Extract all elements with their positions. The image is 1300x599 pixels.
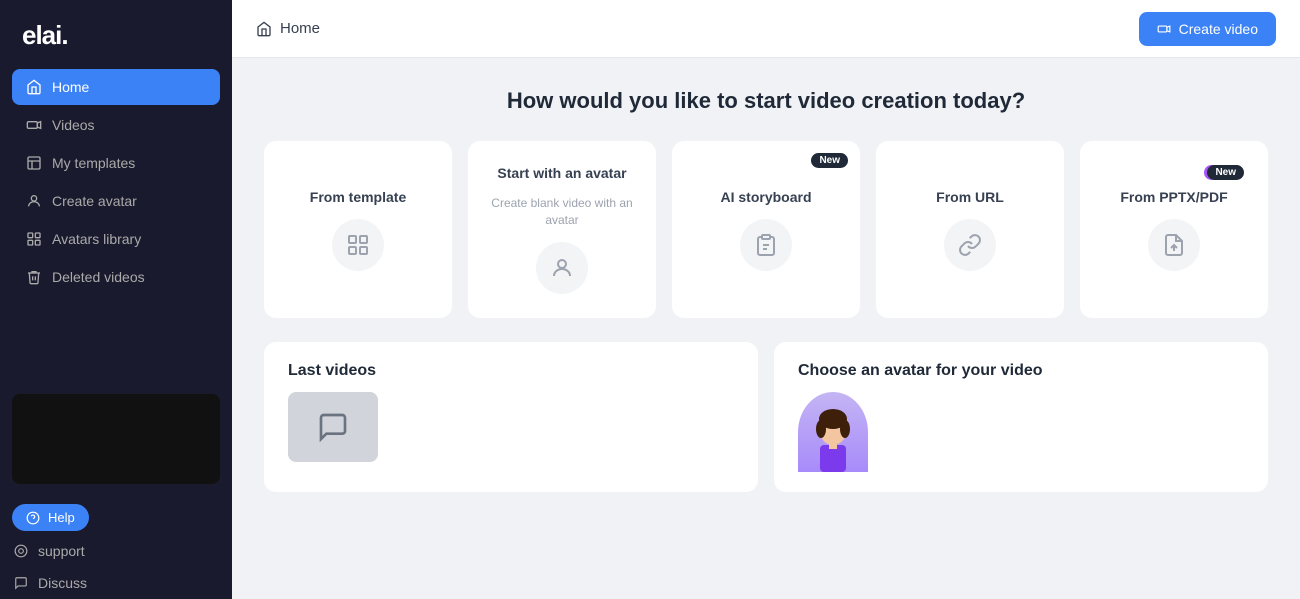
upload-icon xyxy=(1162,233,1186,257)
card-ai-storyboard-icon-wrapper xyxy=(740,219,792,271)
grid-icon xyxy=(346,233,370,257)
brand-logo: elai. xyxy=(0,0,232,69)
choose-avatar-title: Choose an avatar for your video xyxy=(798,362,1244,380)
card-start-with-avatar[interactable]: Start with an avatar Create blank video … xyxy=(468,141,656,319)
card-pptx-title: From PPTX/PDF xyxy=(1120,189,1227,205)
card-avatar-subtitle: Create blank video with an avatar xyxy=(488,195,636,229)
card-from-template-title: From template xyxy=(310,189,406,205)
sidebar-video-preview xyxy=(12,394,220,484)
sidebar-item-videos[interactable]: Videos xyxy=(12,107,220,143)
header-breadcrumb-area: Home xyxy=(256,20,320,37)
choose-avatar-card: Choose an avatar for your video xyxy=(774,342,1268,492)
breadcrumb-home: Home xyxy=(280,20,320,37)
card-url-icon-wrapper xyxy=(944,219,996,271)
video-thumbnail[interactable] xyxy=(288,392,378,462)
sidebar-item-deleted-videos[interactable]: Deleted videos xyxy=(12,259,220,295)
last-videos-title: Last videos xyxy=(288,362,734,380)
create-video-label: Create video xyxy=(1179,21,1258,37)
avatar-preview[interactable] xyxy=(798,392,868,472)
creation-options-row: From template Start with an avatar Creat… xyxy=(264,141,1268,319)
video-icon xyxy=(26,117,42,133)
home-icon xyxy=(26,79,42,95)
last-videos-card: Last videos xyxy=(264,342,758,492)
section-title: How would you like to start video creati… xyxy=(264,86,1268,117)
card-avatar-icon-wrapper xyxy=(536,242,588,294)
library-icon xyxy=(26,231,42,247)
help-button[interactable]: Help xyxy=(12,504,89,531)
video-placeholder-icon xyxy=(317,411,349,443)
sidebar-item-my-templates-label: My templates xyxy=(52,155,135,171)
card-from-template-icon-wrapper xyxy=(332,219,384,271)
sidebar-item-create-avatar[interactable]: Create avatar xyxy=(12,183,220,219)
link-icon xyxy=(958,233,982,257)
sidebar-item-videos-label: Videos xyxy=(52,117,95,133)
person-icon xyxy=(26,193,42,209)
create-video-button[interactable]: Create video xyxy=(1139,12,1276,46)
bottom-sections-row: Last videos Choose an avatar for your vi… xyxy=(264,342,1268,492)
sidebar-item-home-label: Home xyxy=(52,79,89,95)
sidebar-item-deleted-videos-label: Deleted videos xyxy=(52,269,145,285)
sidebar-discuss-link[interactable]: Discuss xyxy=(0,567,232,599)
person-circle-icon xyxy=(550,256,574,280)
main-area: Home Create video How would you like to … xyxy=(232,0,1300,599)
main-content: How would you like to start video creati… xyxy=(232,58,1300,599)
sidebar-item-create-avatar-label: Create avatar xyxy=(52,193,137,209)
help-icon xyxy=(26,511,40,525)
sidebar-nav: Home Videos My templates Create avatar xyxy=(0,69,232,394)
sidebar-discuss-label: Discuss xyxy=(38,575,87,591)
card-from-template[interactable]: From template xyxy=(264,141,452,319)
sidebar-item-avatars-library-label: Avatars library xyxy=(52,231,141,247)
sidebar-item-home[interactable]: Home xyxy=(12,69,220,105)
sidebar-item-my-templates[interactable]: My templates xyxy=(12,145,220,181)
home-breadcrumb-icon xyxy=(256,21,272,37)
card-pptx-icon-wrapper xyxy=(1148,219,1200,271)
card-ai-storyboard-title: AI storyboard xyxy=(720,189,811,205)
sidebar: elai. Home Videos My templates xyxy=(0,0,232,599)
card-url-title: From URL xyxy=(936,189,1004,205)
card-from-pptx[interactable]: Beta New From PPTX/PDF xyxy=(1080,141,1268,319)
badge-new-ai-storyboard: New xyxy=(811,153,848,168)
trash-icon xyxy=(26,269,42,285)
create-video-icon xyxy=(1157,22,1171,36)
template-icon xyxy=(26,155,42,171)
sidebar-support-label: support xyxy=(38,543,85,559)
help-label: Help xyxy=(48,510,75,525)
card-avatar-title: Start with an avatar xyxy=(497,165,626,181)
support-icon xyxy=(14,544,28,558)
sidebar-item-avatars-library[interactable]: Avatars library xyxy=(12,221,220,257)
avatar-face-icon xyxy=(808,407,858,472)
card-ai-storyboard[interactable]: New AI storyboard xyxy=(672,141,860,319)
clipboard-icon xyxy=(754,233,778,257)
card-from-url[interactable]: From URL xyxy=(876,141,1064,319)
sidebar-support-link[interactable]: support xyxy=(0,535,232,567)
discuss-icon xyxy=(14,576,28,590)
header: Home Create video xyxy=(232,0,1300,58)
badge-new-pptx: New xyxy=(1207,165,1244,180)
